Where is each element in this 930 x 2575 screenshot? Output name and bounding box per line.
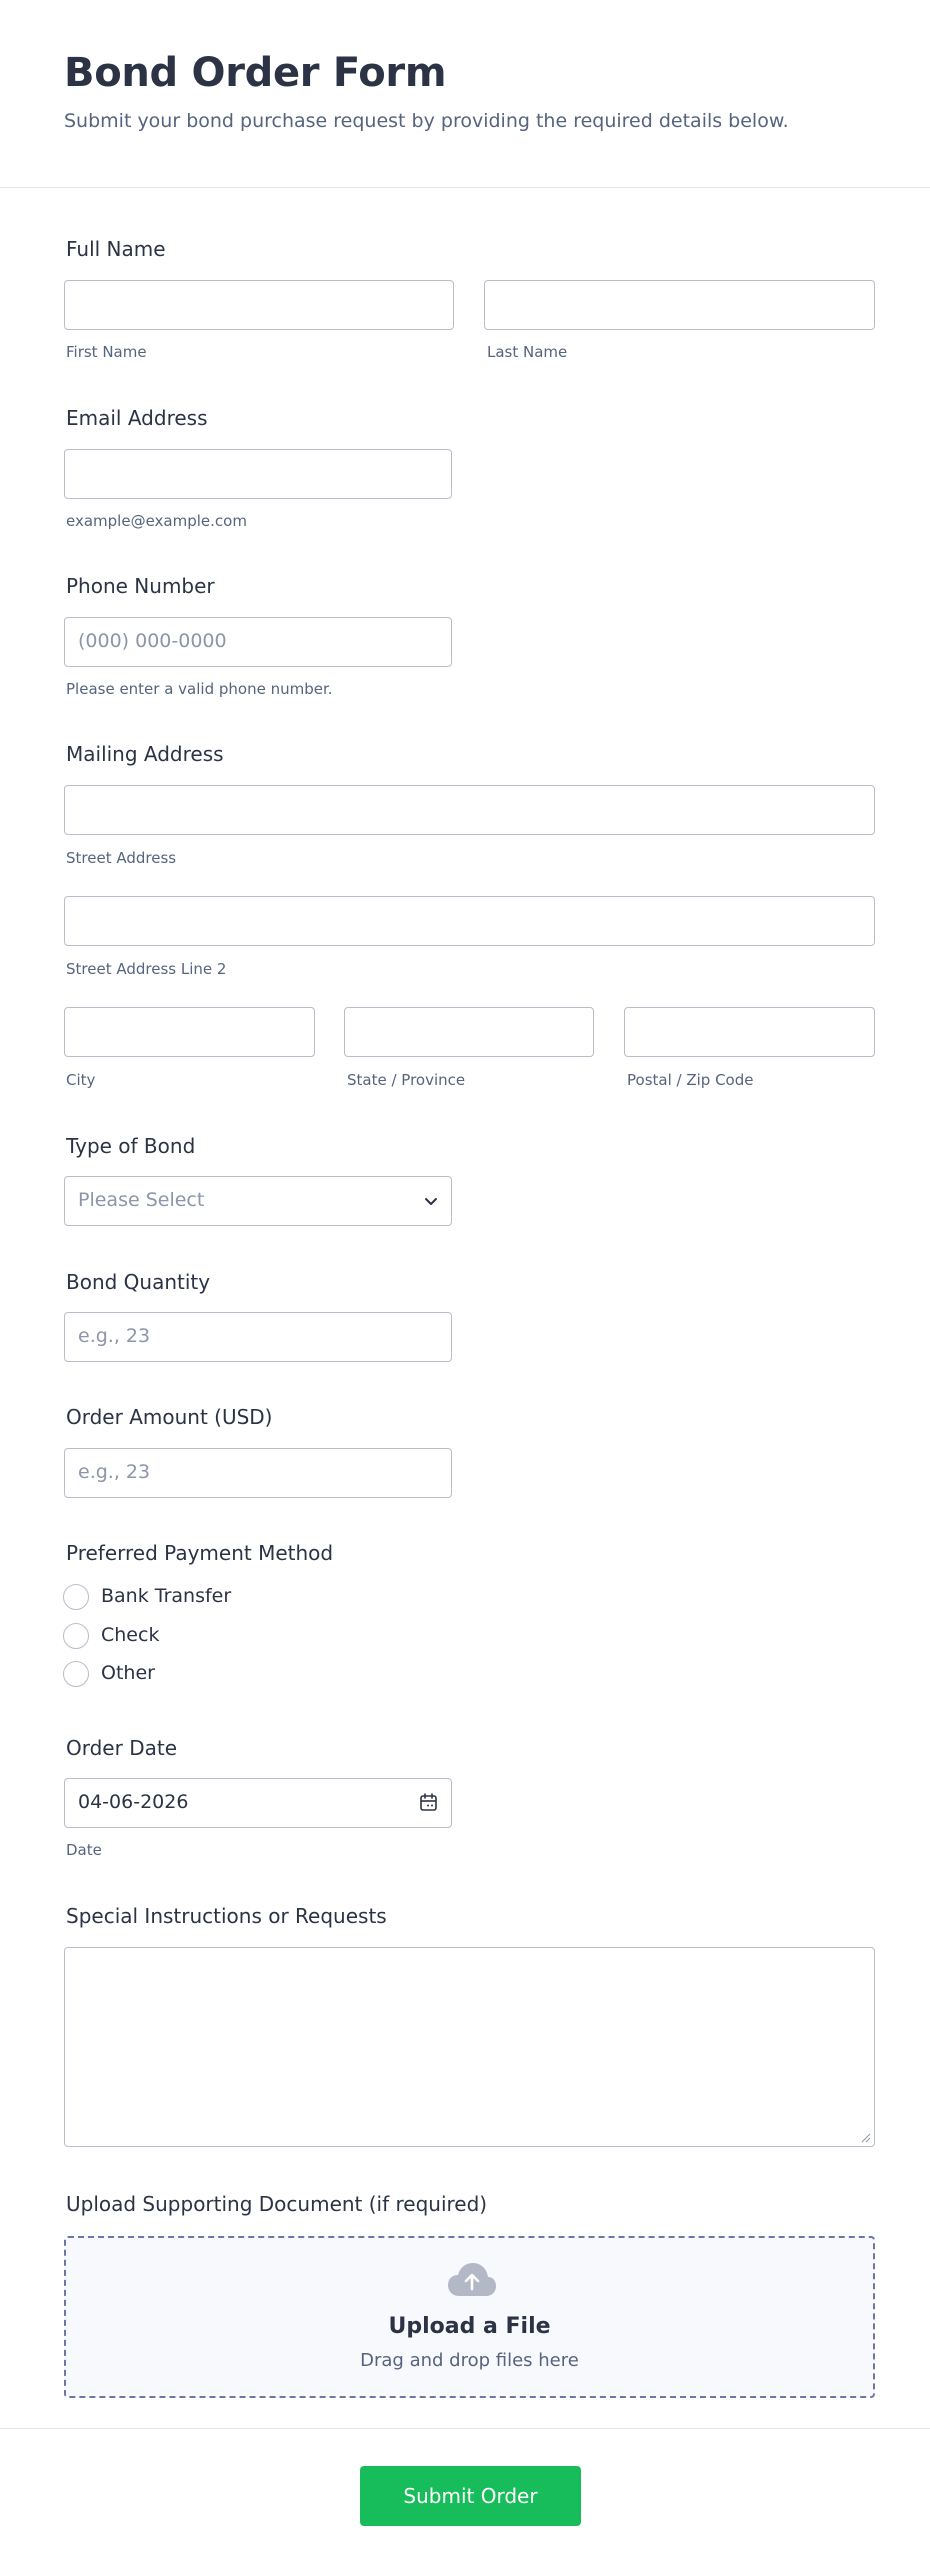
payment-method-label: Preferred Payment Method	[66, 1541, 334, 1565]
order-amount-input[interactable]: e.g., 23	[64, 1448, 452, 1498]
phone-label: Phone Number	[66, 574, 215, 598]
upload-title: Upload a File	[388, 2314, 551, 2339]
full-name-label: Full Name	[66, 237, 166, 261]
order-date-sublabel: Date	[66, 1841, 102, 1859]
radio-label: Other	[101, 1662, 155, 1684]
zip-sublabel: Postal / Zip Code	[627, 1071, 754, 1089]
city-input[interactable]	[64, 1007, 315, 1057]
zip-input[interactable]	[624, 1007, 875, 1057]
phone-placeholder: (000) 000-0000	[78, 630, 227, 652]
state-input[interactable]	[344, 1007, 594, 1057]
radio-button[interactable]	[63, 1623, 89, 1649]
page-subtitle: Submit your bond purchase request by pro…	[64, 110, 789, 132]
form-header: Bond Order Form Submit your bond purchas…	[0, 0, 930, 188]
bond-quantity-input[interactable]: e.g., 23	[64, 1312, 452, 1362]
phone-input[interactable]: (000) 000-0000	[64, 617, 452, 667]
submit-button[interactable]: Submit Order	[360, 2466, 581, 2526]
order-amount-label: Order Amount (USD)	[66, 1405, 273, 1429]
order-date-input[interactable]: 04-06-2026	[64, 1778, 452, 1828]
city-sublabel: City	[66, 1071, 96, 1089]
special-instructions-textarea[interactable]	[64, 1947, 875, 2147]
order-amount-placeholder: e.g., 23	[78, 1461, 151, 1483]
radio-label: Check	[101, 1624, 160, 1646]
file-upload-dropzone[interactable]: Upload a File Drag and drop files here	[64, 2236, 875, 2398]
email-input[interactable]	[64, 449, 452, 499]
order-date-value: 04-06-2026	[78, 1791, 189, 1813]
upload-subtitle: Drag and drop files here	[360, 2350, 579, 2371]
upload-label: Upload Supporting Document (if required)	[66, 2192, 488, 2216]
order-date-label: Order Date	[66, 1736, 177, 1760]
bond-type-selected: Please Select	[78, 1189, 205, 1211]
first-name-input[interactable]	[64, 280, 454, 330]
cloud-upload-icon	[448, 2263, 496, 2296]
email-label: Email Address	[66, 406, 208, 430]
bond-quantity-label: Bond Quantity	[66, 1270, 211, 1294]
page-title: Bond Order Form	[64, 50, 447, 96]
calendar-icon[interactable]	[419, 1792, 439, 1814]
resize-handle-icon[interactable]	[861, 2133, 871, 2143]
bond-type-label: Type of Bond	[66, 1134, 196, 1158]
street-address-line2-input[interactable]	[64, 896, 875, 946]
street-address-line2-sublabel: Street Address Line 2	[66, 960, 227, 978]
radio-button[interactable]	[63, 1584, 89, 1610]
street-address-sublabel: Street Address	[66, 849, 177, 867]
bond-quantity-placeholder: e.g., 23	[78, 1325, 151, 1347]
radio-label: Bank Transfer	[101, 1585, 232, 1607]
email-sublabel: example@example.com	[66, 512, 247, 530]
form-footer: Submit Order	[0, 2428, 930, 2575]
phone-sublabel: Please enter a valid phone number.	[66, 680, 333, 698]
last-name-sublabel: Last Name	[487, 343, 568, 361]
address-label: Mailing Address	[66, 742, 224, 766]
chevron-down-icon	[425, 1198, 437, 1205]
street-address-input[interactable]	[64, 785, 875, 835]
state-sublabel: State / Province	[347, 1071, 466, 1089]
last-name-input[interactable]	[484, 280, 875, 330]
first-name-sublabel: First Name	[66, 343, 147, 361]
radio-button[interactable]	[63, 1661, 89, 1687]
special-instructions-label: Special Instructions or Requests	[66, 1904, 387, 1928]
bond-type-select[interactable]: Please Select	[64, 1176, 452, 1226]
